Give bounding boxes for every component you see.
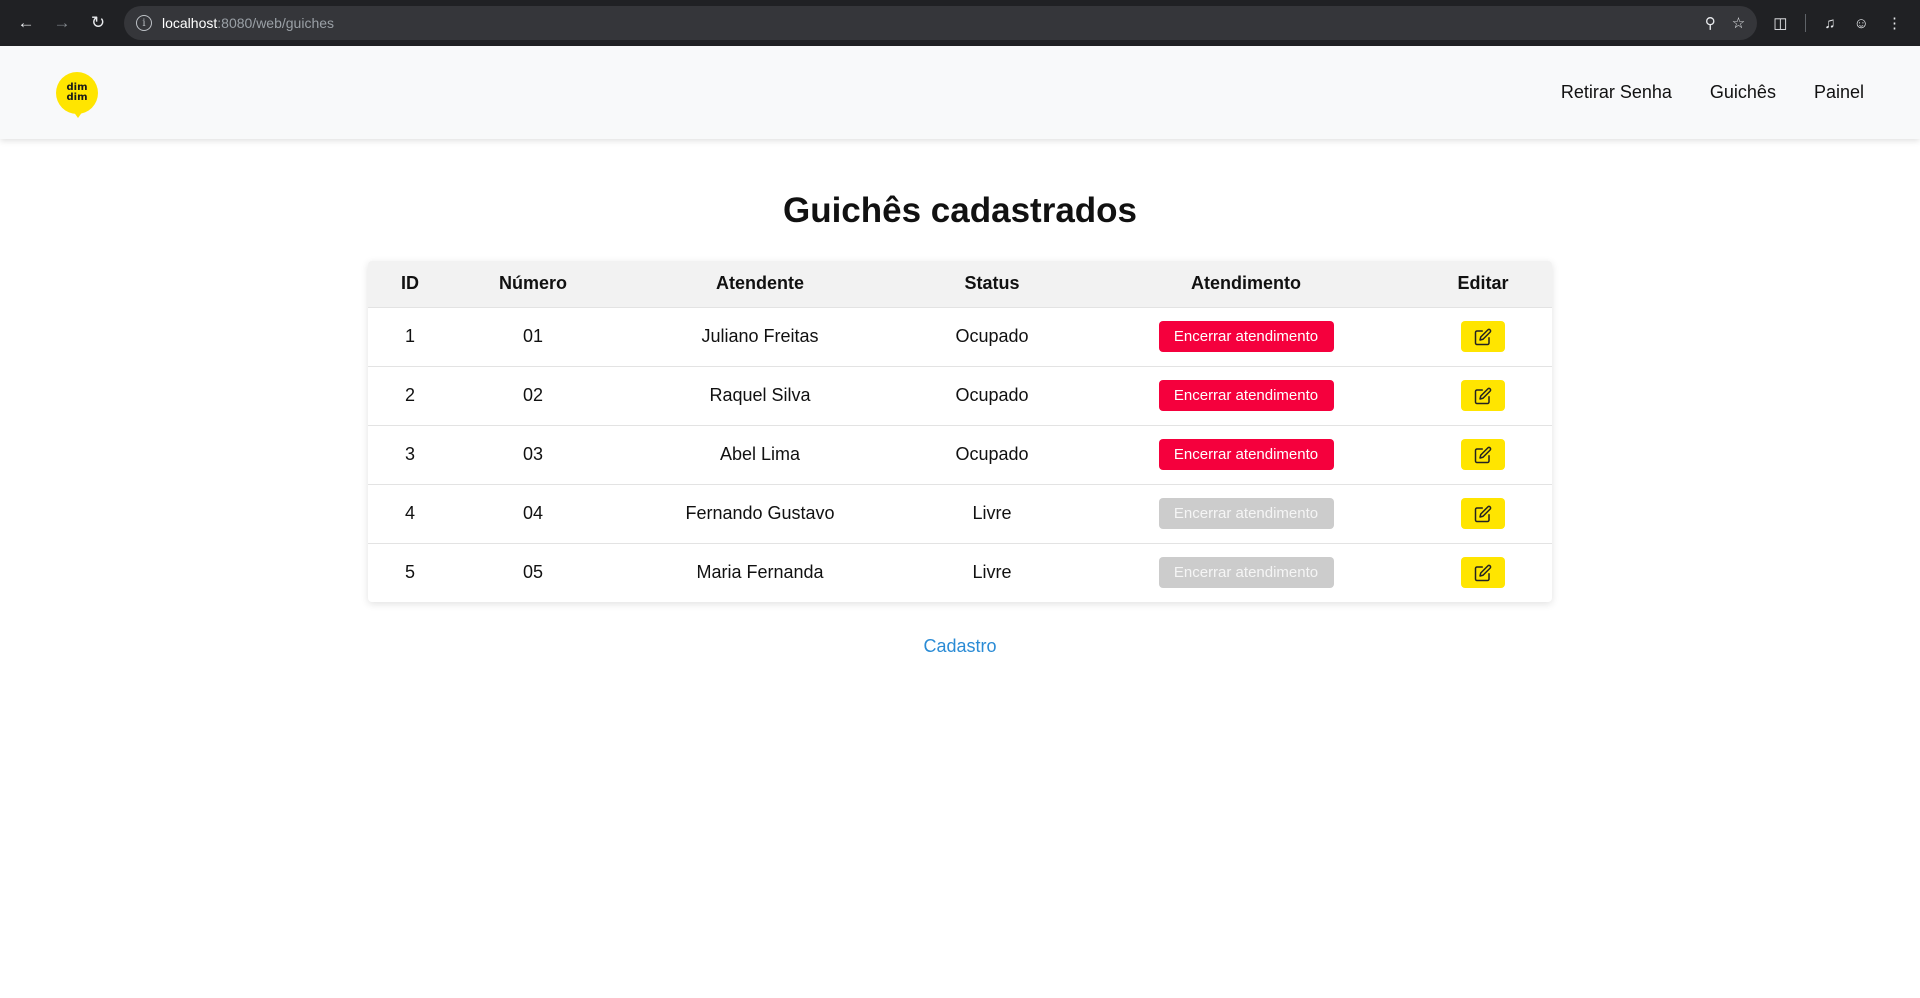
cell-numero: 04 bbox=[452, 483, 614, 543]
toolbar-divider bbox=[1805, 14, 1807, 32]
cell-editar bbox=[1414, 365, 1552, 425]
cell-numero: 01 bbox=[452, 306, 614, 366]
main-nav: Retirar Senha Guichês Painel bbox=[1561, 82, 1864, 103]
edit-icon bbox=[1474, 564, 1492, 581]
url-path: :8080/web/guiches bbox=[217, 15, 335, 31]
cell-atendimento: Encerrar atendimento bbox=[1078, 365, 1414, 425]
cell-editar bbox=[1414, 542, 1552, 602]
address-bar[interactable]: i localhost:8080/web/guiches ⚲ ☆ bbox=[124, 6, 1758, 40]
cell-status: Livre bbox=[906, 483, 1078, 543]
table-row: 3 03 Abel Lima Ocupado Encerrar atendime… bbox=[368, 424, 1552, 484]
cell-id: 2 bbox=[368, 365, 452, 425]
logo-text-bottom: dim bbox=[66, 91, 88, 103]
kebab-menu-icon[interactable]: ⋮ bbox=[1887, 14, 1902, 32]
cell-atendente: Fernando Gustavo bbox=[614, 483, 906, 543]
dimdim-logo[interactable]: dim dim bbox=[56, 71, 98, 118]
url-host: localhost bbox=[162, 15, 218, 31]
cell-id: 5 bbox=[368, 542, 452, 602]
cell-status: Ocupado bbox=[906, 365, 1078, 425]
col-atendimento: Atendimento bbox=[1191, 273, 1301, 294]
table-row: 4 04 Fernando Gustavo Livre Encerrar ate… bbox=[368, 483, 1552, 543]
end-service-button-disabled: Encerrar atendimento bbox=[1158, 557, 1334, 589]
cell-id: 1 bbox=[368, 306, 452, 366]
end-service-button[interactable]: Encerrar atendimento bbox=[1158, 380, 1334, 411]
nav-retirar-senha[interactable]: Retirar Senha bbox=[1561, 82, 1672, 103]
col-editar: Editar bbox=[1457, 273, 1509, 294]
table-row: 5 05 Maria Fernanda Livre Encerrar atend… bbox=[368, 542, 1552, 602]
cell-atendimento: Encerrar atendimento bbox=[1078, 542, 1414, 602]
cell-atendimento: Encerrar atendimento bbox=[1078, 306, 1414, 366]
cell-atendente: Maria Fernanda bbox=[614, 542, 906, 602]
guiches-table-card: ID Número Atendente Status Atendimento E… bbox=[368, 261, 1552, 602]
zoom-icon[interactable]: ⚲ bbox=[1705, 14, 1716, 32]
cell-editar bbox=[1414, 424, 1552, 484]
cell-numero: 05 bbox=[452, 542, 614, 602]
cell-id: 4 bbox=[368, 483, 452, 543]
end-service-button-disabled: Encerrar atendimento bbox=[1158, 498, 1334, 529]
nav-guiches[interactable]: Guichês bbox=[1710, 82, 1776, 103]
col-status: Status bbox=[964, 273, 1020, 294]
edit-icon bbox=[1474, 328, 1492, 345]
cell-status: Ocupado bbox=[906, 424, 1078, 484]
table-header-row: ID Número Atendente Status Atendimento E… bbox=[368, 261, 1552, 307]
edit-button[interactable] bbox=[1461, 439, 1505, 470]
cadastro-link[interactable]: Cadastro bbox=[923, 636, 996, 657]
table-row: 1 01 Juliano Freitas Ocupado Encerrar at… bbox=[368, 306, 1552, 366]
url-text[interactable]: localhost:8080/web/guiches bbox=[162, 15, 334, 31]
end-service-button[interactable]: Encerrar atendimento bbox=[1158, 439, 1334, 470]
info-icon[interactable]: i bbox=[136, 15, 152, 31]
col-numero: Número bbox=[498, 273, 567, 294]
cell-atendente: Abel Lima bbox=[614, 424, 906, 484]
edit-button[interactable] bbox=[1461, 380, 1505, 411]
edit-button[interactable] bbox=[1461, 557, 1505, 589]
page-title: Guichês cadastrados bbox=[782, 191, 1138, 230]
guiches-table: ID Número Atendente Status Atendimento E… bbox=[368, 261, 1552, 602]
main-content: Guichês cadastrados ID Número Atendente … bbox=[0, 139, 1920, 657]
forward-arrow-icon[interactable]: → bbox=[46, 7, 78, 39]
nav-painel[interactable]: Painel bbox=[1814, 82, 1864, 103]
cell-editar bbox=[1414, 306, 1552, 366]
cell-status: Livre bbox=[906, 542, 1078, 602]
col-id: ID bbox=[401, 273, 419, 294]
back-arrow-icon[interactable]: ← bbox=[10, 7, 42, 39]
cell-numero: 03 bbox=[452, 424, 614, 484]
extensions-icon[interactable]: ◫ bbox=[1773, 14, 1787, 32]
media-icon[interactable]: ♫ bbox=[1824, 15, 1835, 32]
cell-atendente: Raquel Silva bbox=[614, 365, 906, 425]
end-service-button[interactable]: Encerrar atendimento bbox=[1158, 321, 1334, 352]
col-atendente: Atendente bbox=[715, 273, 804, 294]
cell-numero: 02 bbox=[452, 365, 614, 425]
edit-icon bbox=[1474, 505, 1492, 522]
cell-id: 3 bbox=[368, 424, 452, 484]
edit-button[interactable] bbox=[1461, 321, 1505, 352]
table-row: 2 02 Raquel Silva Ocupado Encerrar atend… bbox=[368, 365, 1552, 425]
profile-icon[interactable]: ☺ bbox=[1854, 15, 1869, 32]
app-header: dim dim Retirar Senha Guichês Painel bbox=[0, 46, 1920, 139]
cell-atendente: Juliano Freitas bbox=[614, 306, 906, 366]
cell-editar bbox=[1414, 483, 1552, 543]
browser-toolbar: ← → ↻ i localhost:8080/web/guiches ⚲ ☆ ◫… bbox=[0, 0, 1920, 46]
edit-icon bbox=[1474, 387, 1492, 404]
star-icon[interactable]: ☆ bbox=[1732, 14, 1745, 32]
cell-atendimento: Encerrar atendimento bbox=[1078, 424, 1414, 484]
cell-atendimento: Encerrar atendimento bbox=[1078, 483, 1414, 543]
logo-text-top: dim bbox=[66, 81, 88, 93]
reload-icon[interactable]: ↻ bbox=[82, 7, 114, 39]
cell-status: Ocupado bbox=[906, 306, 1078, 366]
edit-icon bbox=[1474, 446, 1492, 463]
edit-button[interactable] bbox=[1461, 498, 1505, 529]
